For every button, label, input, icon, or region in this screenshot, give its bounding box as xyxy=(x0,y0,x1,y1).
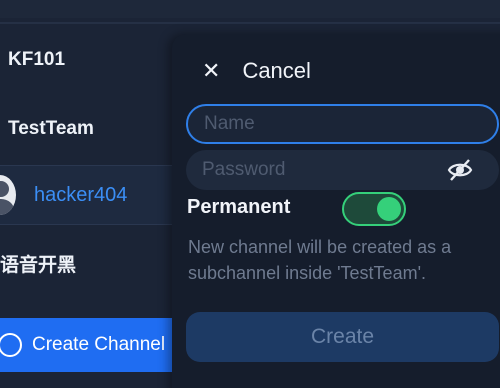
toggle-knob xyxy=(377,197,401,221)
user-name[interactable]: hacker404 xyxy=(34,184,127,207)
user-item[interactable]: hacker404 xyxy=(0,165,185,225)
create-channel-label: Create Channel xyxy=(32,334,166,355)
voice-channel-name: 语音开黑 xyxy=(0,253,77,276)
password-field-wrapper xyxy=(186,150,499,190)
name-input[interactable] xyxy=(188,106,497,142)
top-bar xyxy=(0,0,500,18)
divider xyxy=(0,22,500,24)
voice-channel-item[interactable]: 语音开黑 xyxy=(0,242,185,284)
create-channel-popup: ✕ Cancel Permanent New channel will be c… xyxy=(172,34,500,388)
cancel-button[interactable]: ✕ Cancel xyxy=(202,58,311,84)
cancel-label: Cancel xyxy=(242,58,311,83)
name-field-wrapper xyxy=(186,104,499,144)
permanent-label: Permanent xyxy=(187,196,291,218)
permanent-toggle[interactable] xyxy=(342,192,406,226)
plus-circle-icon xyxy=(0,333,22,357)
avatar xyxy=(0,175,16,215)
server-item[interactable]: KF101 xyxy=(0,40,185,80)
create-button[interactable]: Create xyxy=(186,312,499,362)
team-channel-item[interactable]: TestTeam xyxy=(0,108,185,150)
team-name: TestTeam xyxy=(8,118,94,139)
hint-text: New channel will be created as a subchan… xyxy=(188,237,452,283)
create-label: Create xyxy=(310,325,375,348)
app-window: KF101 TestTeam hacker404 语音开黑 Create Cha… xyxy=(0,0,500,388)
close-icon: ✕ xyxy=(202,58,221,83)
eye-slash-icon[interactable] xyxy=(447,158,473,182)
create-channel-button[interactable]: Create Channel xyxy=(0,318,190,372)
server-name: KF101 xyxy=(8,49,66,70)
